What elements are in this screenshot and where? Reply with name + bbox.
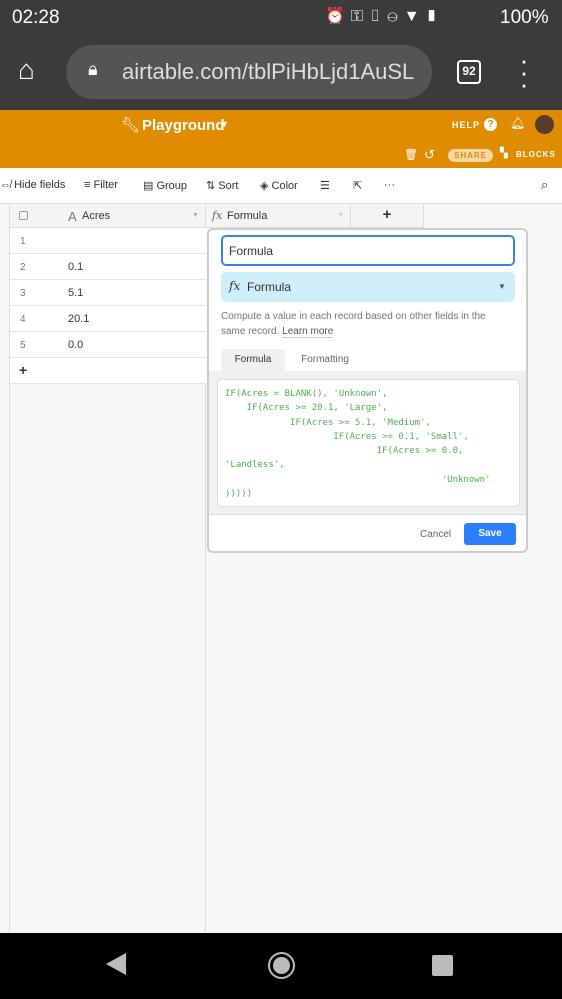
learn-more-link[interactable]: Learn more: [282, 326, 334, 338]
help-link[interactable]: HELP: [452, 120, 480, 130]
tab-formatting[interactable]: Formatting: [285, 349, 365, 371]
text-field-icon: A: [68, 209, 77, 224]
url-bar[interactable]: 🔒︎ airtable.com/tblPiHbLjd1AuSL: [66, 45, 432, 99]
formula-editor[interactable]: IF(Acres = BLANK(), 'Unknown', IF(Acres …: [217, 379, 520, 507]
field-type-select[interactable]: fx Formula ▼: [221, 272, 515, 302]
field-config-popup: Formula fx Formula ▼ Compute a value in …: [207, 228, 528, 553]
view-toolbar: ⇎ Hide fields ≡ Filter ▤ Group ⇅ Sort ◈ …: [0, 168, 562, 204]
table-row[interactable]: 4 20.1: [10, 306, 206, 332]
chevron-down-icon[interactable]: ▼: [192, 212, 199, 219]
chevron-down-icon: ▼: [498, 282, 506, 291]
add-column-button[interactable]: +: [351, 204, 424, 228]
battery-level: 100%: [500, 7, 549, 28]
trash-icon[interactable]: 🗑︎: [404, 148, 418, 161]
field-name-input[interactable]: Formula: [221, 235, 515, 266]
table-row[interactable]: 2 0.1: [10, 254, 206, 280]
select-all-checkbox[interactable]: [19, 211, 28, 220]
browser-bar: ⌂ 🔒︎ airtable.com/tblPiHbLjd1AuSL 92 · · ·: [0, 36, 562, 110]
save-button[interactable]: Save: [464, 523, 516, 545]
help-icon[interactable]: ?: [484, 118, 497, 131]
wrench-icon: 🔧︎: [121, 117, 141, 134]
clock: 02:28: [12, 7, 60, 28]
share-button[interactable]: SHARE: [448, 149, 493, 162]
formula-icon: fx: [229, 279, 241, 293]
recents-icon[interactable]: [432, 955, 453, 976]
status-icons: ⏰⚿▯⊖▼▮: [325, 8, 444, 25]
sort-button[interactable]: ⇅ Sort: [206, 179, 238, 192]
blocks-icon: ▚: [500, 148, 508, 159]
blocks-button[interactable]: BLOCKS: [516, 150, 556, 159]
hide-fields-button[interactable]: ⇎ Hide fields: [0, 179, 65, 191]
group-button[interactable]: ▤ Group: [143, 179, 187, 192]
share-view-icon[interactable]: ⇱: [353, 179, 362, 192]
row-height-icon[interactable]: ☰: [320, 179, 330, 192]
field-description: Compute a value in each record based on …: [221, 311, 486, 338]
add-row-button[interactable]: +: [10, 358, 206, 384]
color-button[interactable]: ◈ Color: [260, 179, 298, 192]
app-header: 🔧︎ Playground ▼ HELP ? 🔔︎ 🗑︎ ↺ SHARE ▚ B…: [0, 110, 562, 168]
more-menu-icon[interactable]: · · ·: [519, 47, 529, 97]
avatar[interactable]: [535, 115, 554, 134]
tab-formula[interactable]: Formula: [221, 349, 285, 371]
column-header-acres[interactable]: A Acres ▼: [10, 204, 206, 228]
home-icon[interactable]: [270, 954, 293, 977]
chevron-down-icon[interactable]: ▼: [220, 119, 229, 129]
table-row[interactable]: 5 0.0: [10, 332, 206, 358]
cancel-button[interactable]: Cancel: [420, 529, 451, 540]
filter-button[interactable]: ≡ Filter: [84, 179, 118, 191]
table-row[interactable]: 1: [10, 228, 206, 254]
lock-icon: 🔒︎: [88, 59, 98, 79]
tab-switcher[interactable]: 92: [457, 60, 481, 84]
status-bar: 02:28 ⏰⚿▯⊖▼▮ 100%: [0, 0, 562, 36]
search-icon[interactable]: ⌕: [541, 177, 548, 193]
url-text: airtable.com/tblPiHbLjd1AuSL: [122, 59, 415, 84]
chevron-down-icon[interactable]: ▼: [337, 212, 344, 219]
home-icon[interactable]: ⌂: [18, 54, 35, 86]
history-icon[interactable]: ↺: [424, 147, 435, 163]
more-icon[interactable]: ···: [384, 179, 395, 191]
back-icon[interactable]: [106, 953, 126, 975]
android-nav-bar: [0, 933, 562, 999]
formula-icon: fx: [212, 209, 223, 222]
base-name[interactable]: Playground: [142, 117, 225, 134]
column-header-formula[interactable]: fx Formula ▼: [206, 204, 351, 228]
bell-icon[interactable]: 🔔︎: [510, 116, 525, 130]
table-row[interactable]: 3 5.1: [10, 280, 206, 306]
